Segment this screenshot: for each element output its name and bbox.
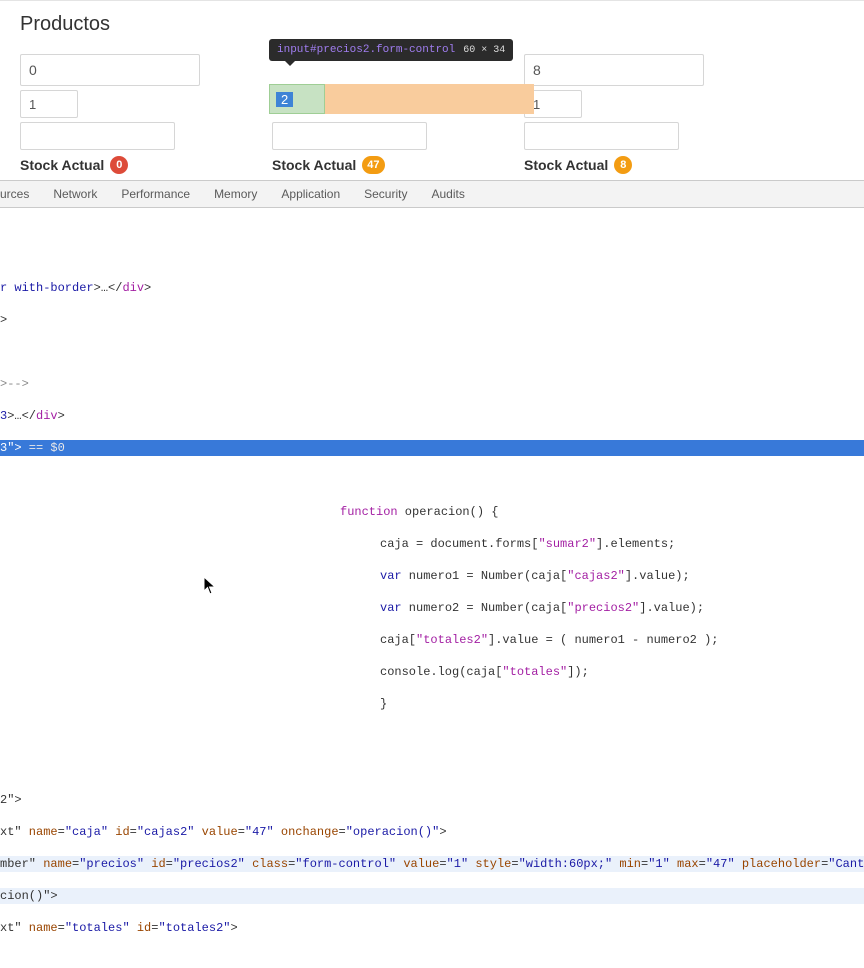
qty-input-2[interactable]: 2 (276, 92, 293, 107)
top-input-1[interactable]: 0 (20, 54, 200, 86)
element-highlight: 2 (269, 84, 534, 114)
tooltip-dims: 60 × 34 (463, 45, 505, 56)
src-line-precios2: mber" name="precios" id="precios2" class… (0, 856, 864, 872)
page-title: Productos (20, 13, 844, 36)
product-col-2: input#precios2.form-control 60 × 34 2 St… (272, 54, 452, 174)
tab-security[interactable]: Security (364, 187, 407, 201)
tab-application[interactable]: Application (281, 187, 340, 201)
qty-input-1[interactable]: 1 (20, 90, 78, 118)
total-input-1[interactable] (20, 122, 175, 150)
product-col-3: 8 1 Stock Actual 8 (524, 54, 704, 174)
src-line-cajas2: xt" name="caja" id="cajas2" value="47" o… (0, 824, 864, 840)
devtools-source[interactable]: r with-border>…</div> > >--> 3>…</div> 3… (0, 208, 864, 968)
tab-audits[interactable]: Audits (431, 187, 464, 201)
devtools-panel: urces Network Performance Memory Applica… (0, 180, 864, 968)
total-input-3[interactable] (524, 122, 679, 150)
src-line-precios2-cont: cion()"> (0, 888, 864, 904)
product-col-1: 0 1 Stock Actual 0 (20, 54, 200, 174)
stock-label-1: Stock Actual (20, 157, 104, 173)
top-input-3[interactable]: 8 (524, 54, 704, 86)
tooltip-tag: input (277, 44, 310, 56)
inspector-tooltip: input#precios2.form-control 60 × 34 (269, 39, 513, 61)
stock-badge-2: 47 (362, 156, 384, 174)
page-content: Productos 0 1 Stock Actual 0 input#preci… (0, 1, 864, 174)
tooltip-class: .form-control (369, 44, 455, 56)
element-highlight-content[interactable]: 2 (269, 84, 325, 114)
devtools-tabs: urces Network Performance Memory Applica… (0, 181, 864, 208)
tab-performance[interactable]: Performance (121, 187, 190, 201)
stock-label-2: Stock Actual (272, 157, 356, 173)
tab-memory[interactable]: Memory (214, 187, 257, 201)
tab-sources-partial[interactable]: urces (0, 187, 29, 201)
total-input-2[interactable] (272, 122, 427, 150)
stock-badge-1: 0 (110, 156, 128, 174)
tooltip-id: #precios2 (310, 44, 369, 56)
stock-badge-3: 8 (614, 156, 632, 174)
tab-network[interactable]: Network (53, 187, 97, 201)
product-columns: 0 1 Stock Actual 0 input#precios2.form-c… (20, 54, 844, 174)
stock-label-3: Stock Actual (524, 157, 608, 173)
src-line-totales2: xt" name="totales" id="totales2"> (0, 920, 864, 936)
